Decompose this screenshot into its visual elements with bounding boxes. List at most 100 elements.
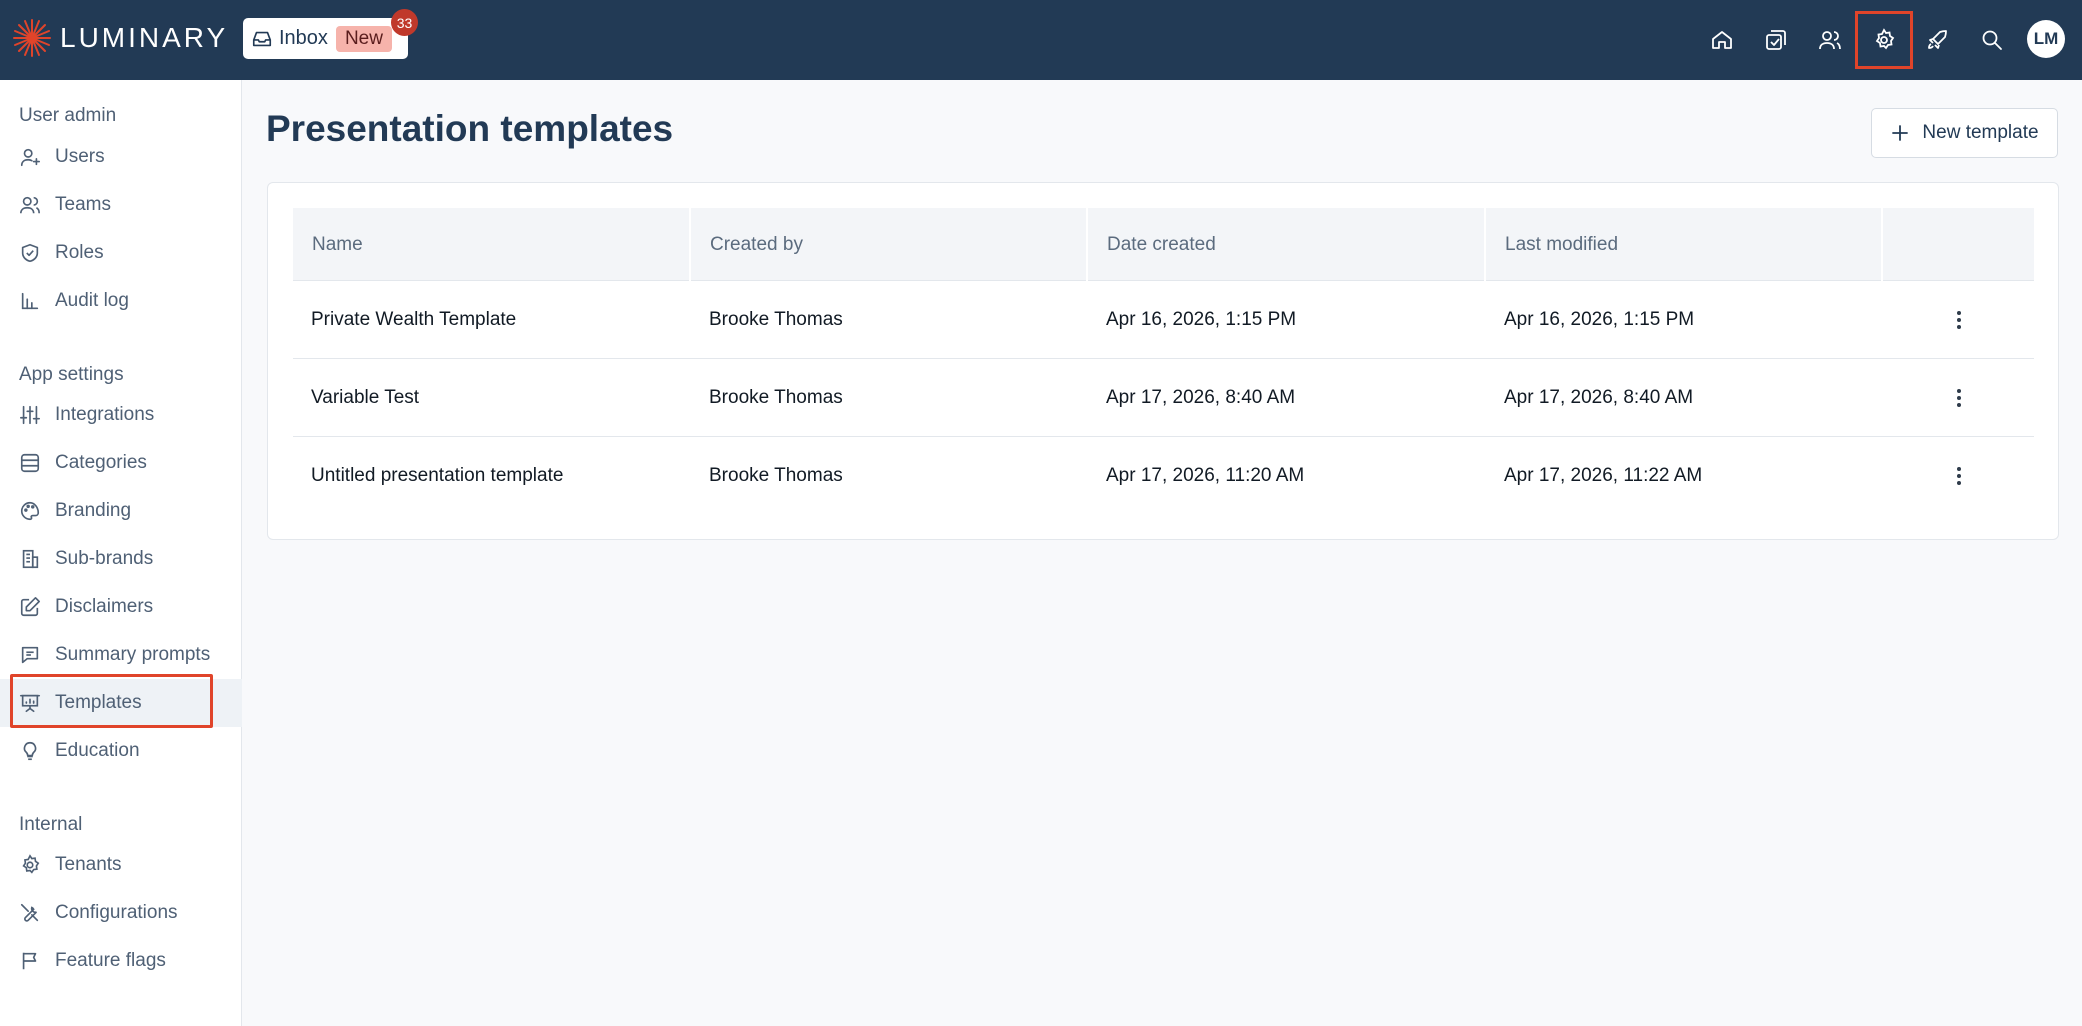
table-row[interactable]: Untitled presentation template Brooke Th… [293, 437, 2034, 515]
sidebar-item-label: Teams [55, 194, 111, 215]
templates-highlight-box [10, 674, 213, 728]
inbox-count-badge: 33 [391, 9, 418, 36]
cell-created-by: Brooke Thomas [709, 465, 843, 486]
sidebar-item-integrations[interactable]: Integrations [0, 391, 242, 439]
sidebar-item-label: Audit log [55, 290, 129, 311]
sidebar-item-label: Feature flags [55, 950, 166, 971]
more-vertical-icon [1956, 389, 1961, 407]
cell-last-modified: Apr 16, 2026, 1:15 PM [1504, 309, 1695, 330]
bar-chart-icon [21, 292, 39, 310]
more-vertical-icon [1956, 467, 1961, 485]
luminary-logo[interactable]: LUMINARY [12, 18, 228, 58]
cell-created-by: Brooke Thomas [709, 309, 843, 330]
cell-last-modified: Apr 17, 2026, 8:40 AM [1504, 387, 1694, 408]
sidebar-item-teams[interactable]: Teams [0, 181, 242, 229]
cell-name[interactable]: Private Wealth Template [293, 281, 691, 359]
users-icon [20, 196, 40, 214]
column-header-last-modified[interactable]: Last modified [1486, 208, 1883, 281]
more-vertical-icon [1956, 311, 1961, 329]
flag-icon [22, 952, 37, 970]
sunburst-logo-icon [13, 19, 51, 57]
home-icon [1712, 31, 1732, 49]
brand-name: LUMINARY [60, 22, 229, 53]
column-header-name[interactable]: Name [293, 208, 691, 281]
cell-name[interactable]: Variable Test [293, 359, 691, 437]
sidebar-item-disclaimers[interactable]: Disclaimers [0, 583, 242, 631]
table-row[interactable]: Private Wealth Template Brooke Thomas Ap… [293, 281, 2034, 359]
people-icon [1819, 31, 1841, 50]
user-avatar[interactable]: LM [2027, 20, 2065, 58]
shield-check-icon [21, 243, 39, 263]
sidebar-item-label: Configurations [55, 902, 178, 923]
tasks-button[interactable] [1756, 20, 1796, 60]
column-header-actions [1883, 208, 2034, 281]
edit-icon [20, 597, 40, 617]
tasks-icon [1766, 30, 1786, 50]
cell-date-created: Apr 17, 2026, 11:20 AM [1106, 465, 1305, 486]
sidebar-item-roles[interactable]: Roles [0, 229, 242, 277]
cell-created-by: Brooke Thomas [709, 387, 843, 408]
page-title: Presentation templates [266, 108, 674, 149]
section-title-app-settings: App settings [19, 364, 124, 385]
message-icon [21, 646, 39, 664]
cell-name[interactable]: Untitled presentation template [293, 437, 691, 515]
section-title-user-admin: User admin [19, 105, 117, 126]
sidebar-item-tenants[interactable]: Tenants [0, 841, 242, 889]
sidebar-item-branding[interactable]: Branding [0, 487, 242, 535]
table-row[interactable]: Variable Test Brooke Thomas Apr 17, 2026… [293, 359, 2034, 437]
row-actions-button[interactable] [1883, 437, 2034, 515]
sidebar-item-label: Summary prompts [55, 644, 211, 665]
tools-icon [20, 903, 39, 922]
people-button[interactable] [1810, 20, 1850, 60]
column-header-date-created[interactable]: Date created [1088, 208, 1486, 281]
templates-table-card: Name Created by Date created Last modifi… [267, 182, 2059, 540]
new-template-button[interactable]: New template [1871, 108, 2058, 158]
search-button[interactable] [1972, 20, 2012, 60]
plus-icon [1892, 125, 1909, 141]
inbox-new-badge: New [335, 25, 392, 52]
sidebar-item-label: Sub-brands [55, 548, 154, 569]
section-title-internal: Internal [19, 814, 83, 835]
column-header-created-by[interactable]: Created by [691, 208, 1088, 281]
database-icon [20, 453, 40, 473]
cell-last-modified: Apr 17, 2026, 11:22 AM [1504, 465, 1703, 486]
palette-icon [21, 501, 40, 521]
sidebar-item-label: Disclaimers [55, 596, 154, 617]
sidebar-item-sub-brands[interactable]: Sub-brands [0, 535, 242, 583]
sidebar-item-categories[interactable]: Categories [0, 439, 242, 487]
top-navigation-bar: LUMINARY Inbox New 33 LM [0, 0, 2082, 80]
new-template-label: New template [1922, 122, 2039, 143]
sidebar-item-education[interactable]: Education [0, 727, 242, 775]
sidebar-item-configurations[interactable]: Configurations [0, 889, 242, 937]
settings-icon [1875, 28, 1895, 50]
search-icon [1982, 30, 2002, 50]
sidebar-item-users[interactable]: Users [0, 133, 242, 181]
sidebar-item-label: Roles [55, 242, 104, 263]
sidebar-item-summary-prompts[interactable]: Summary prompts [0, 631, 242, 679]
cell-date-created: Apr 17, 2026, 8:40 AM [1106, 387, 1296, 408]
lightbulb-icon [23, 741, 37, 761]
sidebar-item-label: Education [55, 740, 140, 761]
sidebar: User admin Users Teams Roles Audit log A… [0, 80, 242, 1026]
row-actions-button[interactable] [1883, 359, 2034, 437]
settings-button[interactable] [1855, 11, 1913, 69]
inbox-label: Inbox [279, 27, 328, 49]
cell-date-created: Apr 16, 2026, 1:15 PM [1106, 309, 1297, 330]
home-button[interactable] [1702, 20, 1742, 60]
gear-icon [22, 854, 40, 874]
building-icon [22, 549, 39, 569]
launch-button[interactable] [1918, 20, 1958, 60]
sidebar-item-feature-flags[interactable]: Feature flags [0, 937, 242, 985]
sliders-icon [20, 405, 40, 425]
sidebar-item-audit-log[interactable]: Audit log [0, 277, 242, 325]
user-plus-icon [20, 148, 40, 167]
sidebar-item-label: Categories [55, 452, 147, 473]
sidebar-item-label: Integrations [55, 404, 155, 425]
row-actions-button[interactable] [1883, 281, 2034, 359]
sidebar-item-label: Tenants [55, 854, 122, 875]
inbox-icon [252, 31, 272, 46]
table-header: Name Created by Date created Last modifi… [293, 208, 2034, 281]
inbox-button[interactable]: Inbox New 33 [243, 9, 418, 59]
sidebar-item-label: Users [55, 146, 105, 167]
rocket-icon [1928, 30, 1947, 49]
